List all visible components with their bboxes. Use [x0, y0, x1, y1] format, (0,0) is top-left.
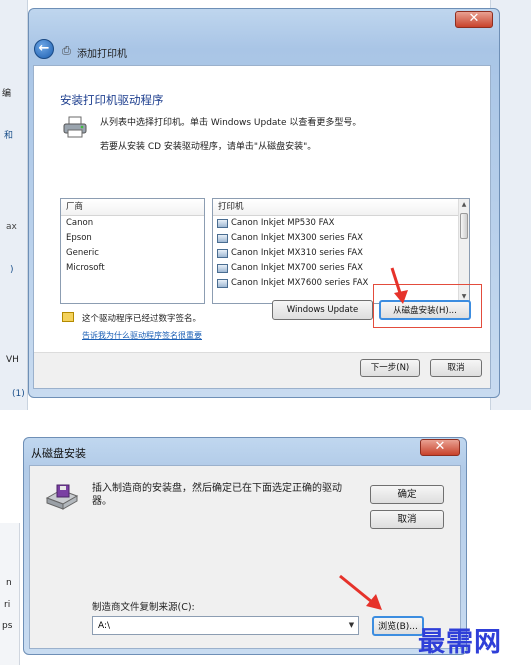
list-item[interactable]: Canon Inkjet MP530 FAX: [213, 216, 469, 231]
manufacturer-list[interactable]: 厂商 Canon Epson Generic Microsoft: [60, 198, 205, 304]
list-item[interactable]: Epson: [61, 231, 204, 246]
driver-signing-link[interactable]: 告诉我为什么驱动程序签名很重要: [82, 330, 202, 341]
list-item[interactable]: Canon Inkjet MX310 series FAX: [213, 246, 469, 261]
background-item-count: (1): [12, 389, 25, 399]
fax-icon: [217, 234, 228, 243]
source-label: 制造商文件复制来源(C):: [92, 602, 195, 613]
fax-icon: [217, 279, 228, 288]
printer-header: 打印机: [213, 199, 469, 216]
dialog-message: 插入制造商的安装盘，然后确定已在下面选定正确的驱动器。: [92, 483, 342, 507]
background-text-fragment: ): [10, 265, 14, 275]
certificate-icon: [62, 312, 74, 322]
back-arrow-icon[interactable]: ←: [34, 39, 54, 59]
dialog-title: 从磁盘安装: [31, 447, 86, 460]
background-text-fragment: n: [6, 578, 12, 588]
add-printer-window: ✕ ← ⎙ 添加打印机 安装打印机驱动程序 从列表中选择打印机。单击 Windo…: [28, 8, 500, 398]
cancel-button[interactable]: 取消: [370, 510, 444, 529]
printer-icon: [63, 116, 87, 138]
list-item[interactable]: Canon Inkjet MX700 series FAX: [213, 261, 469, 276]
fax-icon: [217, 249, 228, 258]
chevron-down-icon[interactable]: ▼: [345, 617, 358, 634]
scroll-thumb[interactable]: [460, 213, 468, 239]
install-from-disk-dialog: 从磁盘安装 ✕ 插入制造商的安装盘，然后确定已在下面选定正确的驱动器。 确定 取…: [23, 437, 467, 655]
watermark-logo: 最需网: [418, 627, 502, 658]
close-button[interactable]: ✕: [455, 11, 493, 28]
window-title: 添加打印机: [77, 49, 127, 60]
dialog-body: 插入制造商的安装盘，然后确定已在下面选定正确的驱动器。 确定 取消 制造商文件复…: [29, 465, 461, 649]
background-text-fragment: ri: [4, 600, 11, 610]
signed-driver-text: 这个驱动程序已经过数字签名。: [82, 314, 202, 324]
instruction-text: 从列表中选择打印机。单击 Windows Update 以查看更多型号。: [100, 118, 362, 128]
next-button[interactable]: 下一步(N): [360, 359, 420, 377]
wizard-page: 安装打印机驱动程序 从列表中选择打印机。单击 Windows Update 以查…: [33, 65, 491, 389]
instruction-text: 若要从安装 CD 安装驱动程序，请单击"从磁盘安装"。: [100, 142, 317, 152]
fax-icon: [217, 219, 228, 228]
cancel-button[interactable]: 取消: [430, 359, 482, 377]
background-text-fragment: 和: [4, 131, 14, 141]
page-heading: 安装打印机驱动程序: [60, 93, 164, 107]
background-text-fragment: 编: [2, 89, 12, 99]
manufacturer-header: 厂商: [61, 199, 204, 216]
background-text-fragment: VH: [6, 355, 19, 365]
install-disk-icon: [45, 484, 79, 510]
fax-icon: [217, 264, 228, 273]
list-item[interactable]: Canon Inkjet MX300 series FAX: [213, 231, 469, 246]
red-arrow-icon: [390, 267, 408, 304]
background-text-fragment: ax: [6, 222, 17, 232]
background-window-left: [0, 0, 28, 410]
red-arrow-icon: [339, 574, 382, 610]
printer-icon: ⎙: [62, 44, 71, 57]
wizard-footer: 下一步(N) 取消: [34, 352, 490, 388]
ok-button[interactable]: 确定: [370, 485, 444, 504]
list-item[interactable]: Microsoft: [61, 261, 204, 276]
list-item[interactable]: Canon: [61, 216, 204, 231]
background-window-left: [0, 523, 20, 665]
scroll-up-arrow-icon[interactable]: ▲: [460, 200, 468, 210]
list-item[interactable]: Generic: [61, 246, 204, 261]
source-path-input[interactable]: [92, 616, 359, 635]
browse-button[interactable]: 浏览(B)...: [372, 616, 424, 636]
close-button[interactable]: ✕: [420, 439, 460, 456]
windows-update-button[interactable]: Windows Update: [272, 300, 373, 320]
background-text-fragment: ps: [2, 621, 13, 631]
